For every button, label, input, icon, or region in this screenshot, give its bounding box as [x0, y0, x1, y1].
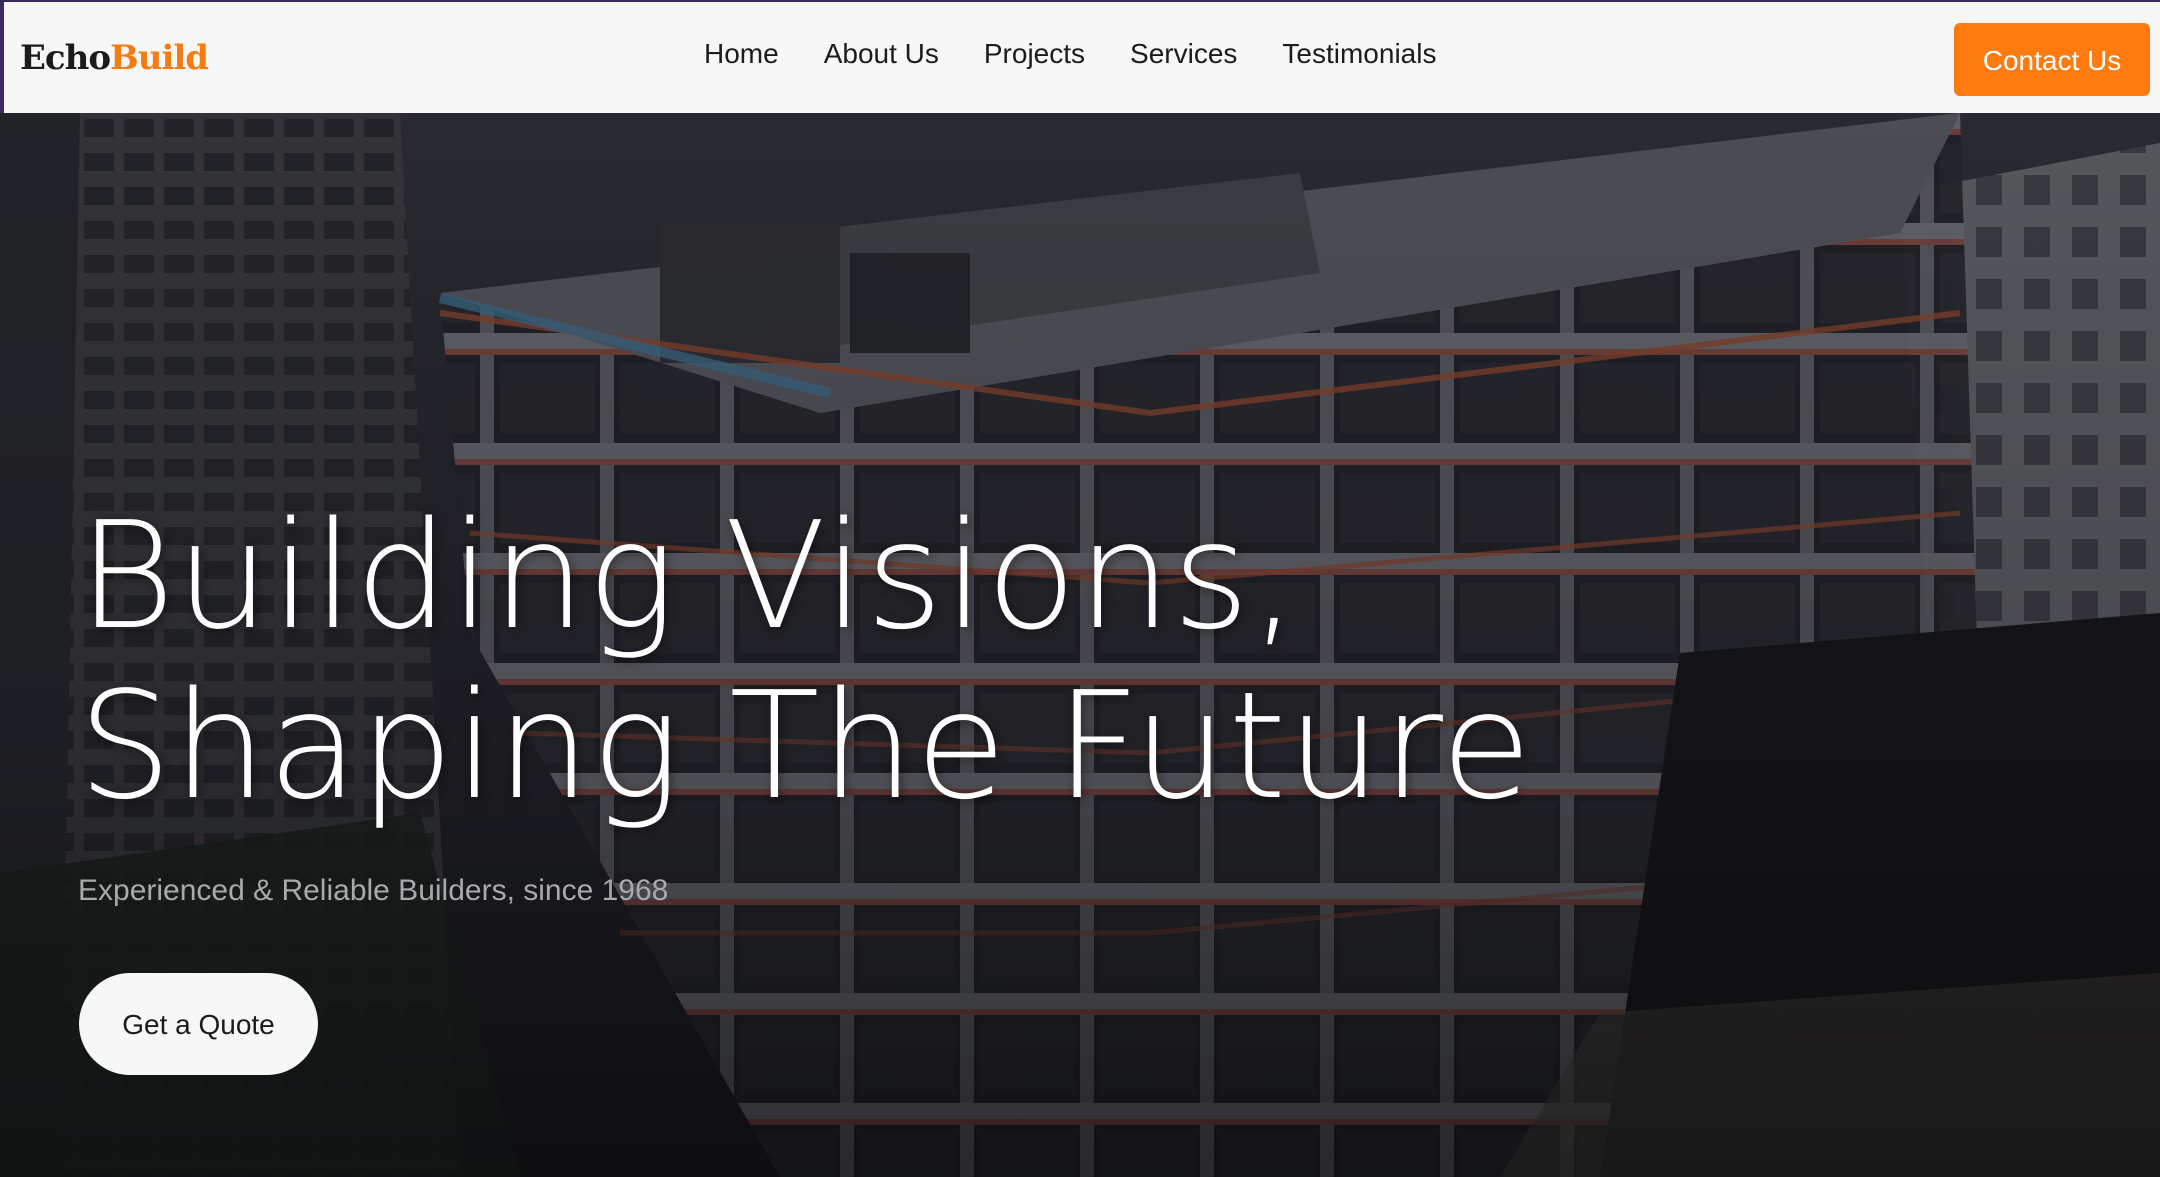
- logo-text-echo: Echo: [20, 38, 111, 78]
- nav-link-about-us[interactable]: About Us: [824, 36, 939, 72]
- hero-title-line-1: Building Visions,: [78, 490, 1299, 662]
- landing-page: EchoBuild Home About Us Projects Service…: [0, 0, 2160, 1177]
- nav-link-testimonials[interactable]: Testimonials: [1282, 36, 1436, 72]
- hero-subtitle: Experienced & Reliable Builders, since 1…: [78, 874, 669, 907]
- top-navbar: EchoBuild Home About Us Projects Service…: [0, 0, 2160, 113]
- main-nav: Home About Us Projects Services Testimon…: [704, 36, 1481, 72]
- nav-link-projects[interactable]: Projects: [984, 36, 1085, 72]
- hero-section: Building Visions, Shaping The Future Exp…: [0, 113, 2160, 1177]
- nav-link-home[interactable]: Home: [704, 36, 779, 72]
- get-a-quote-button[interactable]: Get a Quote: [79, 973, 318, 1075]
- contact-us-button[interactable]: Contact Us: [1954, 23, 2150, 96]
- nav-link-services[interactable]: Services: [1130, 36, 1237, 72]
- hero-title-line-2: Shaping The Future: [78, 660, 1533, 832]
- brand-logo[interactable]: EchoBuild: [20, 38, 209, 78]
- logo-text-build: Build: [110, 38, 209, 78]
- hero-title: Building Visions, Shaping The Future: [78, 491, 1533, 831]
